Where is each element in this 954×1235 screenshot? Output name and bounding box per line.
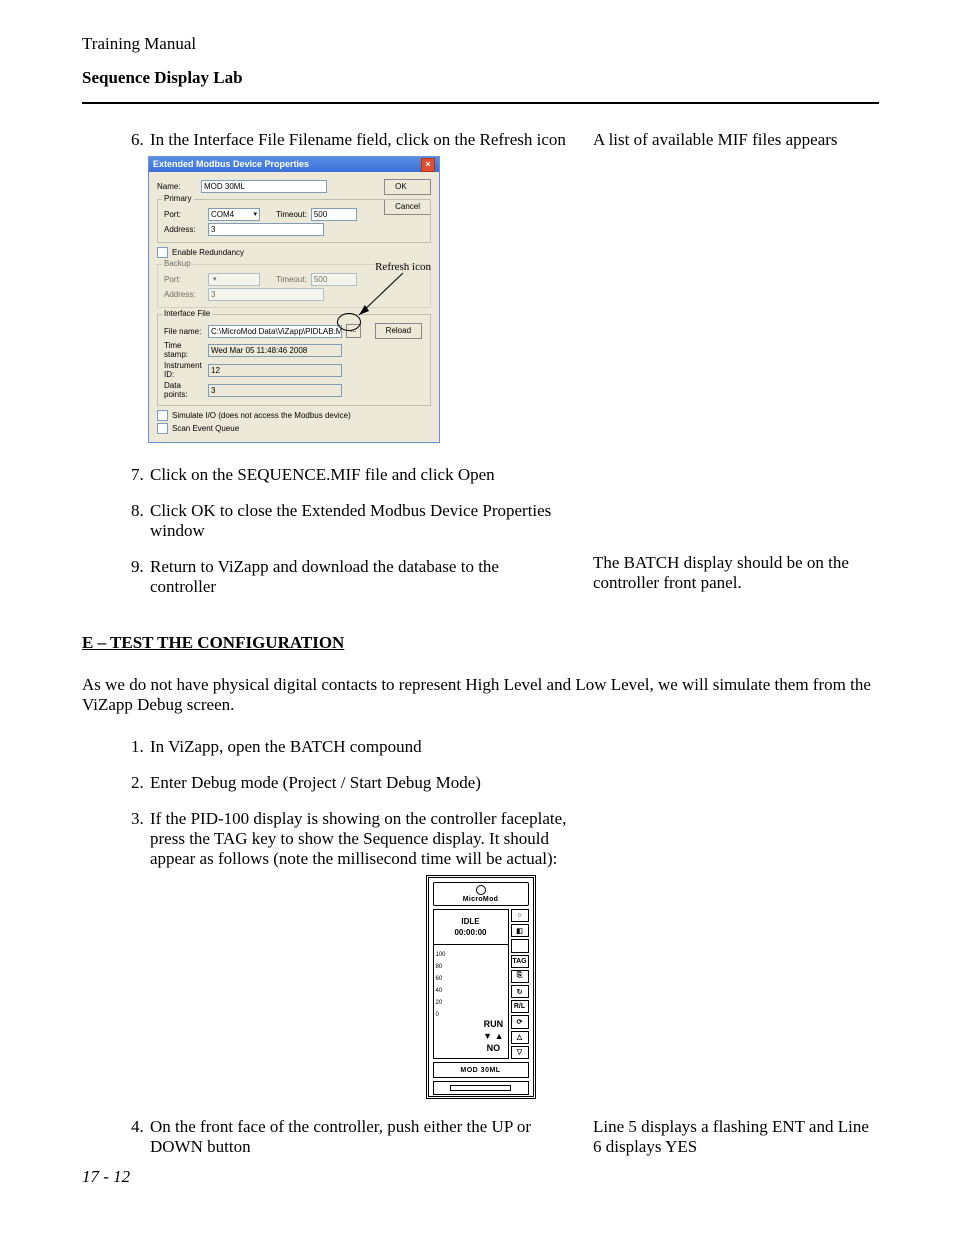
header-top: Training Manual (82, 34, 879, 54)
step-c1: In ViZapp, open the BATCH compound (148, 737, 567, 757)
backup-group-title: Backup (162, 259, 193, 268)
page-number: 17 - 12 (82, 1167, 130, 1187)
close-icon[interactable]: × (421, 158, 435, 172)
primary-group: Primary Port: COM4 Timeout: 500 Address:… (157, 199, 431, 243)
enable-redundancy-check[interactable]: Enable Redundancy (157, 247, 431, 258)
step-8: Click OK to close the Extended Modbus De… (148, 501, 567, 541)
reload-button[interactable]: Reload (375, 323, 422, 339)
port-select[interactable]: COM4 (208, 208, 260, 221)
led-icon (476, 885, 486, 895)
dialog-title-bar: Extended Modbus Device Properties × (149, 157, 439, 172)
controller-faceplate: MicroMod IDLE 00:00:00 100 80 60 40 2 (426, 875, 536, 1099)
primary-group-title: Primary (162, 194, 194, 203)
lcd-time: 00:00:00 (454, 928, 486, 937)
backup-port-label: Port: (164, 275, 204, 284)
checkbox-icon (157, 247, 168, 258)
step-7: Click on the SEQUENCE.MIF file and click… (148, 465, 567, 485)
key-4[interactable]: ⎘ (511, 970, 529, 983)
simulate-io-check[interactable]: Simulate I/O (does not access the Modbus… (157, 410, 431, 421)
lcd-no: NO (483, 1042, 503, 1054)
faceplate-model: MOD 30ML (433, 1062, 529, 1078)
key-down[interactable]: ▽ (511, 1046, 529, 1059)
port-label: Port: (164, 210, 204, 219)
enable-redundancy-label: Enable Redundancy (172, 248, 244, 257)
step-d4: On the front face of the controller, pus… (148, 1117, 567, 1157)
interface-file-title: Interface File (162, 309, 212, 318)
steps-d: On the front face of the controller, pus… (82, 1117, 567, 1157)
key-0[interactable]: ○ (511, 909, 529, 922)
step-9-result: The BATCH display should be on the contr… (593, 553, 879, 593)
backup-address-label: Address: (164, 290, 204, 299)
lcd-screen: IDLE 00:00:00 100 80 60 40 20 0 (433, 909, 509, 1059)
lcd-idle: IDLE (461, 917, 479, 926)
steps-b: Click on the SEQUENCE.MIF file and click… (82, 465, 567, 597)
refresh-annotation: Refresh icon (375, 261, 431, 273)
filename-label: File name: (164, 327, 204, 336)
key-tag[interactable]: TAG (511, 955, 529, 968)
address-input[interactable]: 3 (208, 223, 324, 236)
name-input[interactable]: MOD 30ML (201, 180, 327, 193)
key-up[interactable]: △ (511, 1031, 529, 1044)
step-c2: Enter Debug mode (Project / Start Debug … (148, 773, 567, 793)
datapoints-label: Data points: (164, 381, 204, 399)
scan-event-label: Scan Event Queue (172, 424, 239, 433)
refresh-circle-icon (337, 313, 361, 331)
backup-timeout-label: Timeout: (276, 275, 307, 284)
checkbox-icon (157, 410, 168, 421)
datapoints-value: 3 (208, 384, 342, 397)
step-d4-result: Line 5 displays a flashing ENT and Line … (593, 1117, 879, 1157)
backup-address-input: 3 (208, 288, 324, 301)
timeout-input[interactable]: 500 (311, 208, 357, 221)
step-9: Return to ViZapp and download the databa… (148, 557, 567, 597)
step-6: In the Interface File Filename field, cl… (148, 130, 567, 150)
section-e-para: As we do not have physical digital conta… (82, 675, 879, 715)
key-2[interactable] (511, 939, 529, 952)
ok-button[interactable]: OK (384, 179, 431, 195)
checkbox-icon (157, 423, 168, 434)
key-rl[interactable]: R/L (511, 1000, 529, 1013)
step-c3: If the PID-100 display is showing on the… (148, 809, 567, 869)
timeout-label: Timeout: (276, 210, 307, 219)
step-6-result: A list of available MIF files appears (593, 130, 879, 150)
name-label: Name: (157, 182, 197, 191)
faceplate-slot (433, 1081, 529, 1095)
backup-port-select (208, 273, 260, 286)
scan-event-check[interactable]: Scan Event Queue (157, 423, 431, 434)
interface-file-group: Interface File File name: C:\MicroMod Da… (157, 314, 431, 406)
dialog-title: Extended Modbus Device Properties (153, 157, 309, 172)
key-1[interactable]: ◧ (511, 924, 529, 937)
modbus-dialog: Extended Modbus Device Properties × OK C… (148, 156, 440, 443)
backup-timeout-input: 500 (311, 273, 357, 286)
steps-a: In the Interface File Filename field, cl… (82, 130, 567, 150)
simulate-io-label: Simulate I/O (does not access the Modbus… (172, 411, 351, 420)
steps-c: In ViZapp, open the BATCH compound Enter… (82, 737, 567, 869)
instrument-id-value: 12 (208, 364, 342, 377)
timestamp-value: Wed Mar 05 11:48:46 2008 (208, 344, 342, 357)
filename-input[interactable]: C:\MicroMod Data\ViZapp\PIDLAB.MIF (208, 325, 342, 338)
faceplate-brand: MicroMod (433, 882, 529, 906)
timestamp-label: Time stamp: (164, 341, 204, 359)
instrument-id-label: Instrument ID: (164, 361, 204, 379)
key-5[interactable]: ↻ (511, 985, 529, 998)
key-7[interactable]: ⟳ (511, 1015, 529, 1028)
header-rule (82, 102, 879, 104)
keypad: ○ ◧ TAG ⎘ ↻ R/L ⟳ △ ▽ (511, 909, 529, 1059)
header-sub: Sequence Display Lab (82, 68, 879, 88)
address-label: Address: (164, 225, 204, 234)
brand-text: MicroMod (463, 896, 498, 903)
lcd-scale: 100 80 60 40 20 0 (436, 949, 446, 1021)
lcd-run: RUN (483, 1018, 503, 1030)
lcd-arrows: ▼ ▲ (483, 1030, 503, 1042)
section-e-head: E – TEST THE CONFIGURATION (82, 633, 879, 653)
